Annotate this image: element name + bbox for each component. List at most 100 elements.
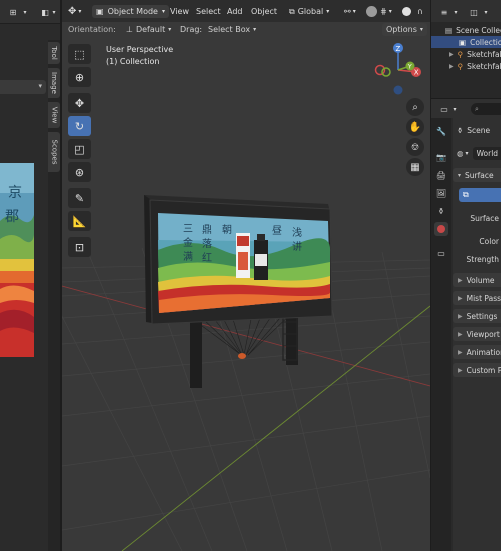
billboard-char: 满 — [183, 251, 193, 263]
properties-header: ▭ ▾ ⌕ — [431, 98, 501, 118]
tab-tool[interactable]: Tool — [48, 42, 60, 64]
tab-scopes[interactable]: Scopes — [48, 132, 60, 172]
image-editor-header: ⊞ ▾ ◧ ▾ — [0, 0, 60, 24]
mist-pass-panel-header[interactable]: ▶ Mist Pass — [453, 291, 501, 305]
view-layer-tab-icon[interactable]: 🖼 — [434, 186, 448, 200]
chevron-down-icon[interactable]: ▾ — [50, 5, 58, 19]
pan-button[interactable]: ✋ — [406, 118, 424, 136]
world-selector[interactable]: ◍ ▾ World — [453, 146, 501, 160]
chevron-down-icon[interactable]: ▾ — [20, 5, 30, 19]
select-box-tool[interactable]: ⬚ — [68, 44, 91, 64]
hand-icon: ✋ — [408, 121, 422, 133]
zoom-button[interactable]: ⌕ — [406, 98, 424, 116]
color-label: Color — [479, 236, 499, 246]
panel-title: Mist Pass — [466, 293, 501, 303]
chevron-right-icon[interactable]: ▶ — [449, 63, 454, 70]
properties-breadcrumb: ⚱ Scene — [453, 123, 501, 137]
animation-panel-header[interactable]: ▶ Animation — [453, 345, 501, 359]
panel-title: Volume — [466, 275, 495, 285]
tab-image[interactable]: Image — [48, 68, 60, 98]
chevron-down-icon[interactable]: ▾ — [481, 5, 491, 19]
editor-type-icon[interactable]: ⊞ — [6, 5, 20, 19]
outliner-object[interactable]: ▶ ⚲ Sketchfab — [431, 60, 501, 72]
collection-label: (1) Collection — [106, 57, 160, 66]
image-editor-area: ⊞ ▾ ◧ ▾ ▾ 京 郡 Tool Image View Scopes — [0, 0, 60, 551]
chevron-down-icon: ▾ — [458, 171, 462, 179]
breadcrumb-scene: Scene — [467, 125, 491, 135]
pencil-icon: ✎ — [74, 191, 85, 205]
measure-tool[interactable]: 📐 — [68, 211, 91, 231]
chevron-down-icon[interactable]: ▾ — [451, 5, 461, 19]
navigation-gizmo[interactable]: Z X Y — [368, 40, 428, 100]
surface-panel-header[interactable]: ▾ Surface — [453, 168, 501, 182]
outliner-item-label: Scene Collection — [456, 25, 501, 35]
camera-view-button[interactable]: ⎊ — [406, 138, 424, 156]
billboard-char: 红 — [202, 251, 212, 264]
chevron-right-icon: ▶ — [458, 330, 463, 338]
transform-tool[interactable]: ⊛ — [68, 162, 91, 182]
scene-icon: ⚱ — [457, 125, 464, 135]
outliner: ▤ Scene Collection ▣ Collection ▶ ⚲ Sket… — [431, 22, 501, 98]
panel-title: Viewport — [466, 329, 500, 339]
properties-search-input[interactable]: ⌕ — [471, 103, 501, 115]
viewport-info: User Perspective (1) Collection — [106, 44, 173, 68]
object-icon: ⚲ — [457, 61, 464, 71]
scale-tool[interactable]: ◰ — [68, 139, 91, 159]
outliner-collection[interactable]: ▣ Collection — [431, 36, 501, 48]
origin-point — [238, 353, 246, 359]
3d-viewport[interactable]: ✥ ▾ ▣ Object Mode ▾ View Select Add Obje… — [62, 0, 430, 551]
scale-icon: ◰ — [74, 142, 85, 156]
settings-panel-header[interactable]: ▶ Settings — [453, 309, 501, 323]
cursor-icon: ⬚ — [74, 47, 85, 61]
outliner-editor-icon[interactable]: ≡ — [437, 5, 451, 19]
image-selector-dropdown[interactable]: ▾ — [0, 80, 46, 94]
collection-tab-icon[interactable]: ▭ — [434, 246, 448, 260]
world-icon: ◍ — [457, 148, 464, 158]
billboard-char: 落 — [202, 238, 212, 250]
move-tool[interactable]: ✥ — [68, 93, 91, 113]
scene-tab-icon[interactable]: ⚱ — [434, 204, 448, 218]
collection-icon: ▣ — [459, 37, 467, 47]
camera-icon: ⎊ — [411, 141, 419, 153]
add-cube-tool[interactable]: ⊡ — [68, 237, 91, 257]
world-tab-icon[interactable] — [434, 222, 448, 236]
output-tab-icon[interactable]: 🖨 — [434, 168, 448, 182]
cursor-tool[interactable]: ⊕ — [68, 67, 91, 87]
use-nodes-button[interactable]: ⧉ — [459, 188, 501, 202]
grid-icon: ▦ — [410, 161, 420, 173]
outliner-item-label: Sketchfab — [467, 61, 501, 71]
chevron-right-icon: ▶ — [458, 366, 463, 374]
world-name-field[interactable]: World — [472, 146, 501, 160]
ruler-icon: 📐 — [72, 214, 87, 228]
volume-panel-header[interactable]: ▶ Volume — [453, 273, 501, 287]
chevron-right-icon: ▶ — [458, 276, 463, 284]
search-icon: ⌕ — [475, 104, 479, 113]
tab-view[interactable]: View — [48, 102, 60, 128]
ortho-toggle-button[interactable]: ▦ — [406, 158, 424, 176]
tool-tab-icon[interactable]: 🔧 — [434, 124, 448, 138]
gizmo-neg-z[interactable] — [393, 85, 403, 95]
viewport-panel-header[interactable]: ▶ Viewport — [453, 327, 501, 341]
chevron-down-icon: ▾ — [38, 82, 42, 90]
outliner-scene-collection[interactable]: ▤ Scene Collection — [431, 24, 501, 36]
chevron-down-icon[interactable]: ▾ — [451, 102, 459, 116]
outliner-object[interactable]: ▶ ⚲ Sketchfab — [431, 48, 501, 60]
surface-panel-title: Surface — [465, 170, 494, 180]
properties-tabs: 🔧 📷 🖨 🖼 ⚱ ▭ — [431, 118, 451, 551]
node-tree-icon: ⧉ — [463, 190, 469, 199]
display-mode-icon[interactable]: ◫ — [467, 5, 481, 19]
custom-properties-panel-header[interactable]: ▶ Custom P — [453, 363, 501, 377]
properties-editor-icon[interactable]: ▭ — [437, 102, 451, 116]
chevron-right-icon[interactable]: ▶ — [449, 51, 454, 58]
rotate-tool[interactable]: ↻ — [68, 116, 91, 136]
color-property: Color — [453, 234, 501, 248]
billboard-screen: 三 鼎 金 落 满 红 朝 昼 浅 讲 — [158, 213, 331, 313]
billboard-char: 朝 — [222, 224, 232, 236]
rotate-icon: ↻ — [74, 119, 85, 133]
billboard-char: 鼎 — [202, 224, 212, 236]
billboard-texture-image: 京 郡 — [0, 163, 34, 357]
surface-label: Surface — [470, 213, 499, 223]
render-tab-icon[interactable]: 📷 — [434, 150, 448, 164]
strength-property: Strength — [453, 252, 501, 266]
annotate-tool[interactable]: ✎ — [68, 188, 91, 208]
